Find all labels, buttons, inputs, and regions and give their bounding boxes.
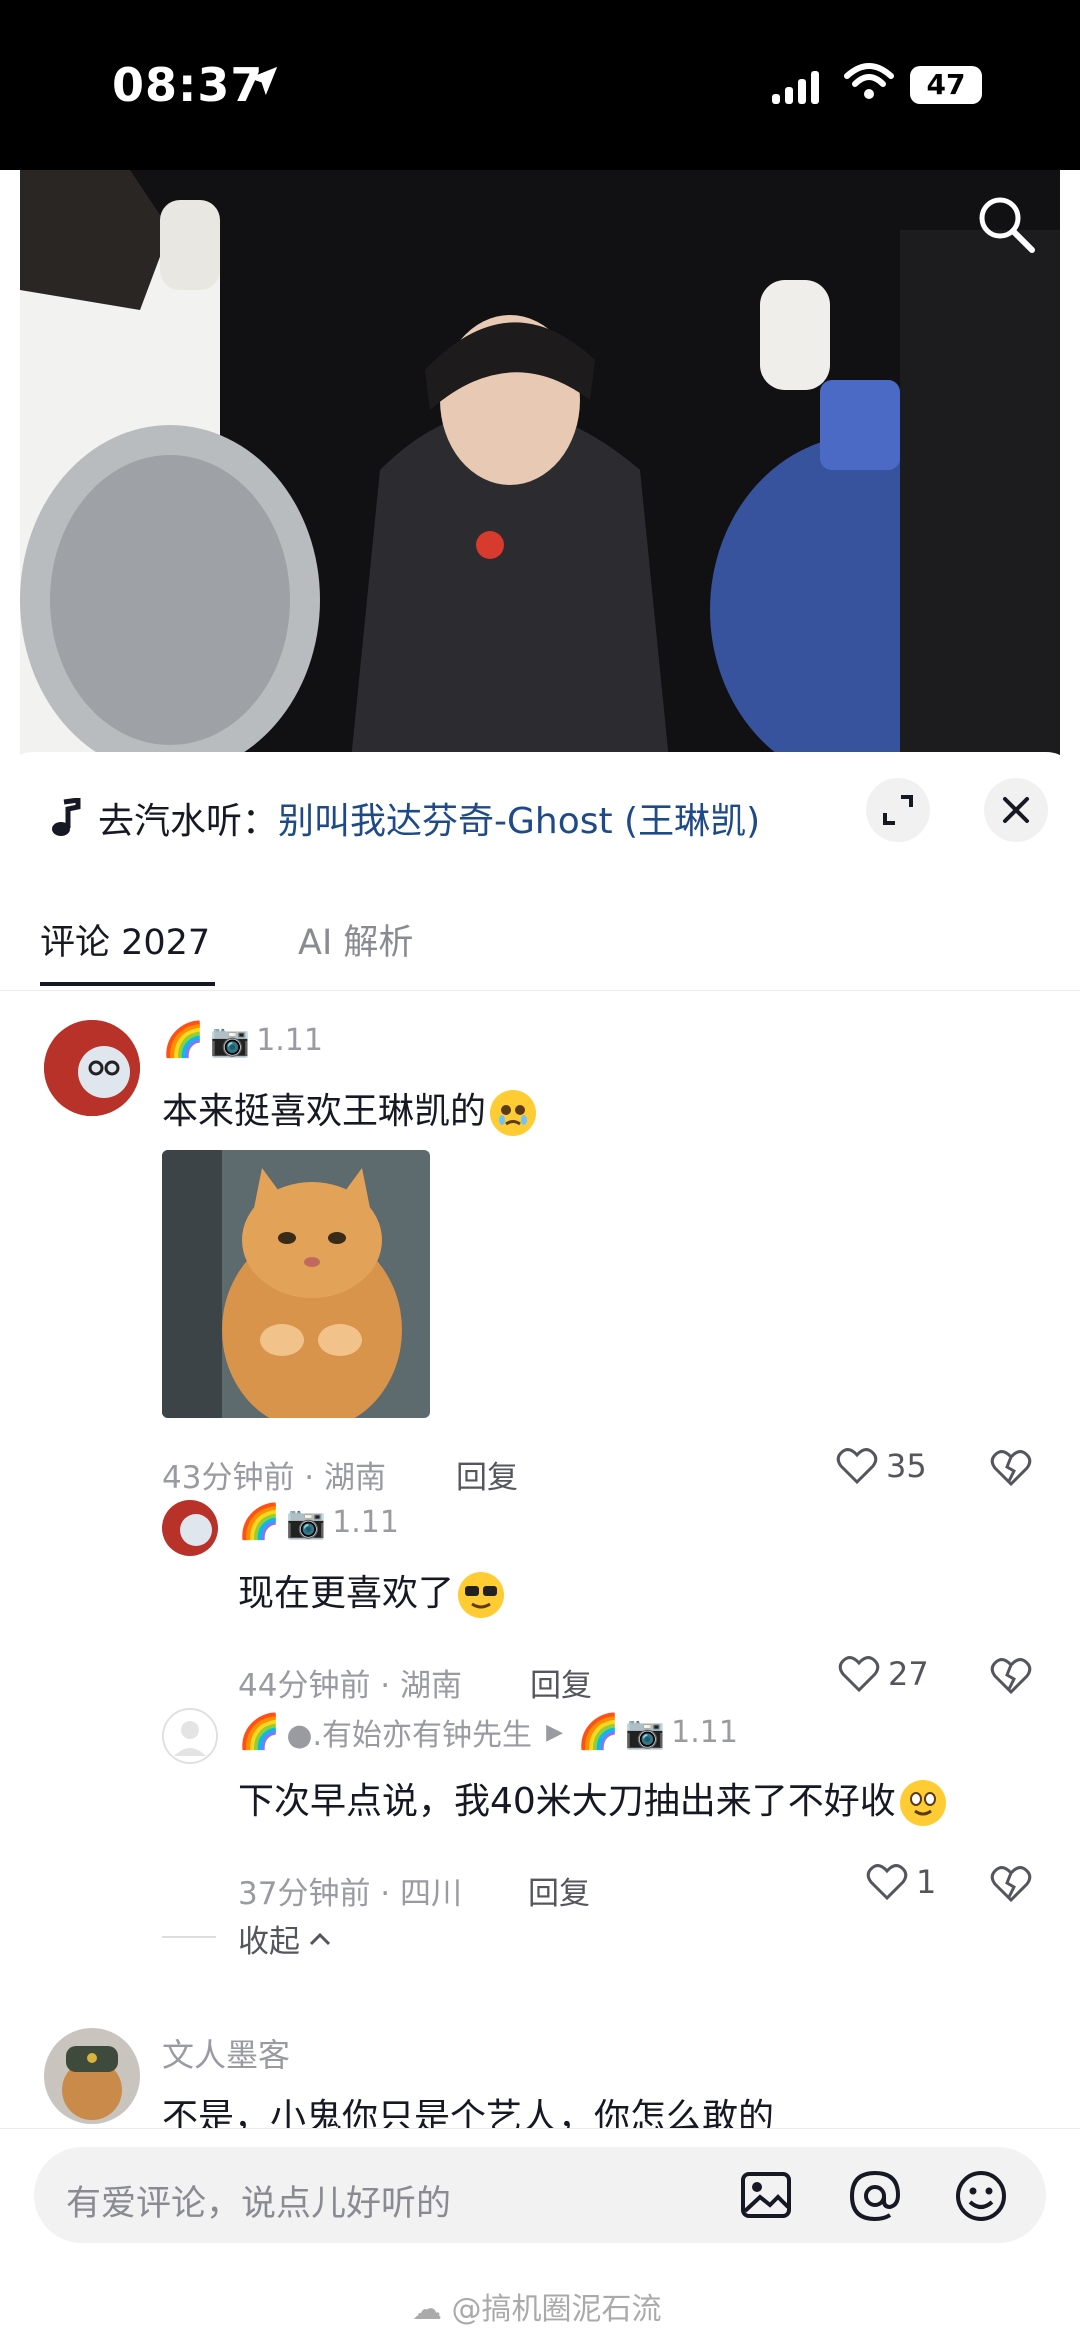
crying-face-emoji <box>490 1090 537 1136</box>
rainbow-icon: 🌈 <box>238 1502 281 1542</box>
comment-user-meta[interactable]: 🌈 📷 1.11 <box>162 1020 323 1060</box>
avatar-image <box>44 1020 140 1116</box>
target-user-suffix: 1.11 <box>671 1714 738 1750</box>
collapse-label: 收起 <box>238 1924 300 1960</box>
reply-user-meta[interactable]: 🌈 📷 1.11 <box>238 1502 399 1542</box>
location-arrow-icon <box>248 66 278 96</box>
mention-icon[interactable] <box>848 2169 902 2223</box>
heart-icon <box>866 1864 908 1901</box>
reply-avatar[interactable] <box>162 1708 218 1764</box>
camera-icon: 📷 <box>210 1021 251 1059</box>
music-prefix: 去汽水听： <box>98 801 279 842</box>
image-icon[interactable] <box>740 2169 792 2221</box>
reply-avatar-image <box>162 1500 218 1556</box>
sunglasses-emoji <box>458 1572 505 1618</box>
collapse-divider <box>162 1936 216 1938</box>
dislike-icon[interactable] <box>990 1656 1032 1696</box>
like-count: 27 <box>888 1655 929 1693</box>
weibo-icon: ☁ <box>412 2292 442 2327</box>
dislike-icon[interactable] <box>990 1864 1032 1904</box>
reply-user-name[interactable]: ●.有始亦有钟先生 <box>286 1710 532 1754</box>
close-icon <box>1003 797 1029 823</box>
status-time: 08:37 <box>112 58 264 112</box>
like-count: 35 <box>886 1447 927 1485</box>
close-button[interactable] <box>984 778 1048 842</box>
reply-button[interactable]: 回复 <box>530 1660 592 1705</box>
like-button[interactable]: 27 <box>838 1654 929 1694</box>
emoji-icon[interactable] <box>954 2169 1008 2223</box>
comment-input-bar: 有爱评论，说点儿好听的 <box>0 2128 1080 2259</box>
camera-icon: 📷 <box>625 1713 666 1751</box>
collapse-button[interactable]: 收起 <box>238 1916 332 1961</box>
music-note-icon <box>52 798 81 836</box>
wifi-icon <box>844 63 894 99</box>
user-suffix: 1.11 <box>332 1504 399 1540</box>
reply-text-body: 下次早点说，我40米大刀抽出来了不好收 <box>238 1781 896 1822</box>
user-suffix: 1.11 <box>256 1022 323 1058</box>
rainbow-icon: 🌈 <box>576 1712 620 1752</box>
reply-text-body: 现在更喜欢了 <box>238 1573 455 1614</box>
heart-icon <box>838 1656 880 1693</box>
status-bar: 08:37 47 <box>0 0 1080 170</box>
tab-comments[interactable]: 评论 2027 <box>40 914 210 965</box>
tab-active-indicator <box>40 982 215 986</box>
like-button[interactable]: 35 <box>836 1446 927 1486</box>
expand-icon <box>883 795 913 825</box>
smile-emoji <box>899 1780 946 1826</box>
reply-time-location: 44分钟前 · 湖南 <box>238 1668 463 1704</box>
tab-ai-analysis[interactable]: AI 解析 <box>298 914 413 965</box>
comment-image-cat[interactable] <box>162 1150 430 1418</box>
reply-time-location: 37分钟前 · 四川 <box>238 1876 463 1912</box>
camera-icon: 📷 <box>286 1503 327 1541</box>
dislike-icon[interactable] <box>990 1448 1032 1488</box>
reply-avatar[interactable] <box>162 1500 218 1556</box>
reply-text: 下次早点说，我40米大刀抽出来了不好收 <box>238 1772 946 1826</box>
watermark: ☁ @搞机圈泥石流 <box>412 2284 662 2328</box>
search-icon[interactable] <box>974 192 1038 256</box>
default-avatar-icon <box>164 1710 216 1762</box>
comment-input[interactable]: 有爱评论，说点儿好听的 <box>34 2147 1046 2243</box>
rainbow-icon: 🌈 <box>238 1712 281 1752</box>
reply-button[interactable]: 回复 <box>456 1452 518 1497</box>
comment-sheet: 去汽水听： 别叫我达芬奇-Ghost (王琳凯) 评论 2027 AI 解析 🌈… <box>0 752 1080 2192</box>
reply-user-meta[interactable]: 🌈 ●.有始亦有钟先生 ▶ 🌈 📷 1.11 <box>238 1710 738 1754</box>
heart-icon <box>836 1448 878 1485</box>
expand-button[interactable] <box>866 778 930 842</box>
tab-bar: 评论 2027 AI 解析 <box>0 900 1080 991</box>
signal-icon <box>772 71 819 104</box>
rainbow-icon: 🌈 <box>162 1020 205 1060</box>
comment-user-name[interactable]: 文人墨客 <box>162 2030 290 2076</box>
avatar[interactable] <box>44 1020 140 1116</box>
music-song-title[interactable]: 别叫我达芬奇-Ghost (王琳凯) <box>278 792 760 844</box>
reply-text: 现在更喜欢了 <box>238 1564 505 1618</box>
chevron-up-icon <box>309 1932 331 1945</box>
comment-input-placeholder: 有爱评论，说点儿好听的 <box>66 2184 452 2224</box>
comment-time-location: 43分钟前 · 湖南 <box>162 1460 387 1496</box>
video-frame <box>20 170 1060 770</box>
comment-text-body: 本来挺喜欢王琳凯的 <box>162 1091 487 1132</box>
cat-sticker-image <box>162 1150 430 1418</box>
battery-indicator: 47 <box>910 66 982 104</box>
comment-text: 本来挺喜欢王琳凯的 <box>162 1082 537 1136</box>
avatar-image <box>44 2028 140 2124</box>
reply-button[interactable]: 回复 <box>528 1868 590 1913</box>
video-player[interactable] <box>20 170 1060 770</box>
like-count: 1 <box>916 1863 937 1901</box>
avatar[interactable] <box>44 2028 140 2124</box>
like-button[interactable]: 1 <box>866 1862 936 1902</box>
reply-arrow-icon: ▶ <box>546 1719 563 1745</box>
watermark-text: @搞机圈泥石流 <box>451 2292 662 2327</box>
music-link[interactable]: 去汽水听： 别叫我达芬奇-Ghost (王琳凯) <box>50 790 760 846</box>
